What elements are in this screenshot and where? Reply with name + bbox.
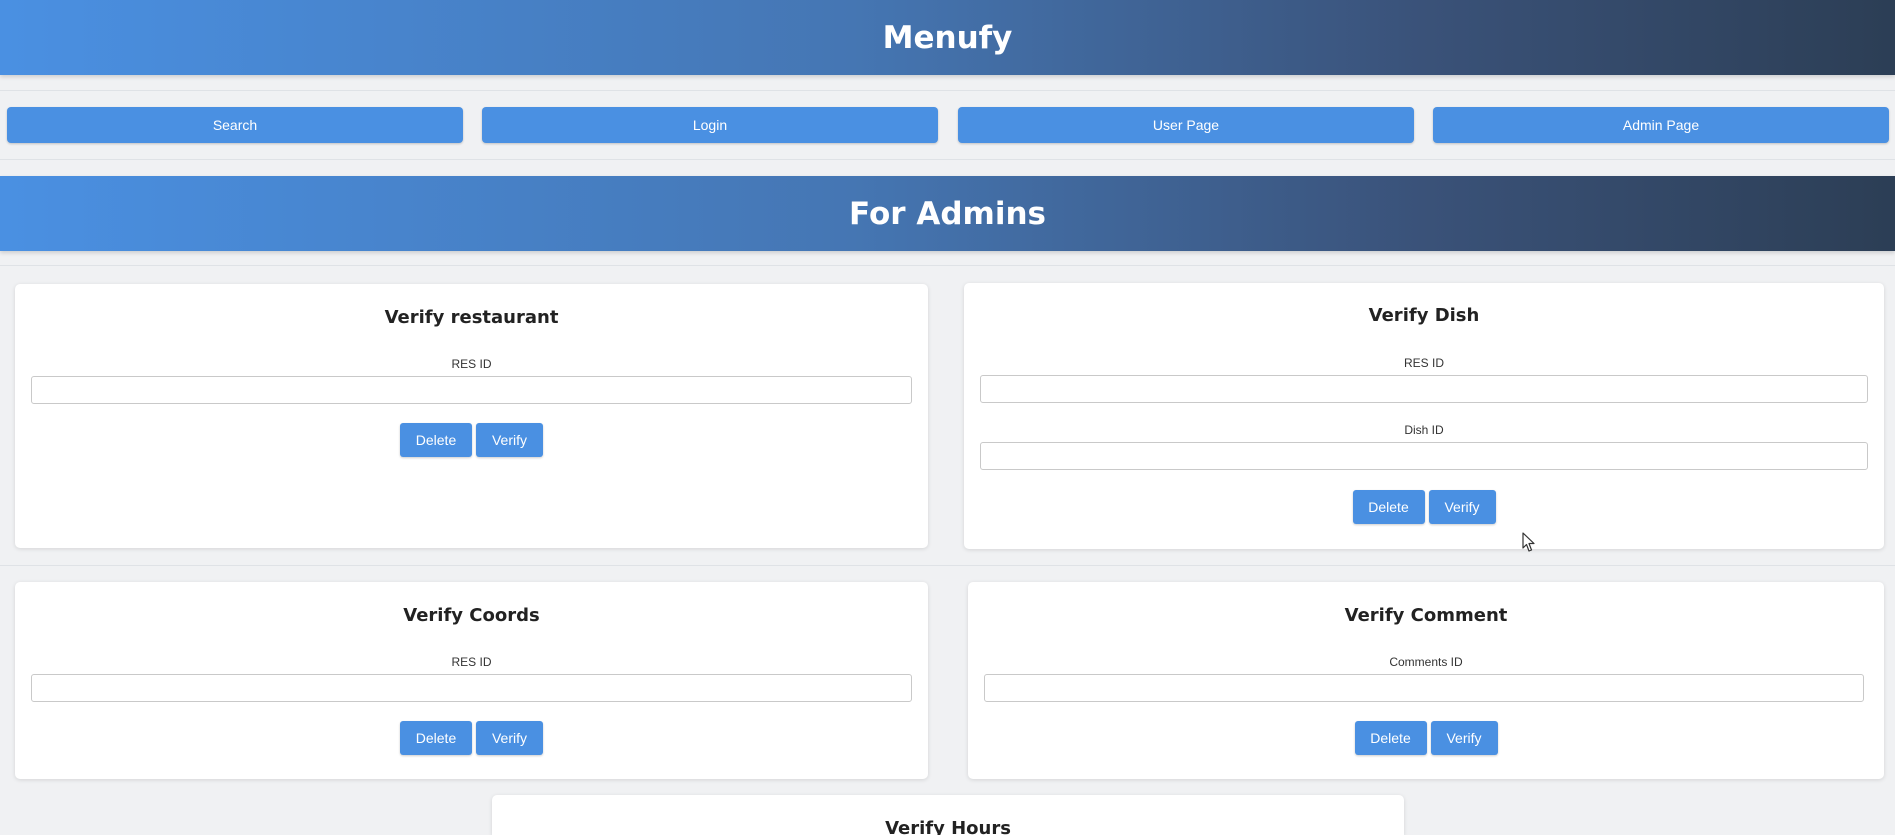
verify-button[interactable]: Verify xyxy=(1430,721,1498,755)
card-title: Verify Hours xyxy=(885,818,1011,835)
dish-id-label: Dish ID xyxy=(1404,423,1444,437)
res-id-label: RES ID xyxy=(451,357,492,371)
button-row: Delete Verify xyxy=(15,721,928,755)
divider xyxy=(0,265,1895,266)
admin-section-title: For Admins xyxy=(849,195,1046,232)
dish-id-input[interactable] xyxy=(980,442,1868,470)
verify-dish-card: Verify Dish RES ID Dish ID Delete Verify xyxy=(964,283,1884,549)
res-id-input[interactable] xyxy=(31,376,912,404)
res-id-input[interactable] xyxy=(980,375,1868,403)
comments-id-label: Comments ID xyxy=(1389,655,1463,669)
card-title: Verify Dish xyxy=(1368,305,1480,326)
card-title: Verify Coords xyxy=(403,605,540,626)
divider xyxy=(0,159,1895,160)
divider xyxy=(0,90,1895,91)
app-header: Menufy xyxy=(0,0,1895,75)
button-row: Delete Verify xyxy=(964,490,1884,524)
mouse-pointer-icon xyxy=(1522,532,1535,552)
delete-button[interactable]: Delete xyxy=(1354,721,1427,755)
card-title: Verify Comment xyxy=(1344,605,1508,626)
comments-id-input[interactable] xyxy=(984,674,1864,702)
res-id-label: RES ID xyxy=(451,655,492,669)
delete-button[interactable]: Delete xyxy=(1352,490,1425,524)
verify-comment-card: Verify Comment Comments ID Delete Verify xyxy=(968,582,1884,779)
nav-bar: Search Login User Page Admin Page xyxy=(7,107,1889,143)
res-id-input[interactable] xyxy=(31,674,912,702)
nav-search-button[interactable]: Search xyxy=(7,107,463,143)
verify-coords-card: Verify Coords RES ID Delete Verify xyxy=(15,582,928,779)
verify-hours-card: Verify Hours xyxy=(492,795,1404,835)
nav-user-page-button[interactable]: User Page xyxy=(958,107,1414,143)
card-title: Verify restaurant xyxy=(384,307,559,328)
res-id-label: RES ID xyxy=(1403,356,1444,370)
admin-section-header: For Admins xyxy=(0,176,1895,251)
verify-button[interactable]: Verify xyxy=(476,721,543,755)
nav-admin-page-button[interactable]: Admin Page xyxy=(1433,107,1889,143)
divider xyxy=(0,565,1895,566)
admin-page: Menufy Search Login User Page Admin Page… xyxy=(0,0,1895,835)
delete-button[interactable]: Delete xyxy=(400,721,472,755)
verify-button[interactable]: Verify xyxy=(476,423,543,457)
verify-button[interactable]: Verify xyxy=(1428,490,1496,524)
app-title: Menufy xyxy=(882,19,1013,56)
delete-button[interactable]: Delete xyxy=(400,423,472,457)
nav-login-button[interactable]: Login xyxy=(482,107,938,143)
button-row: Delete Verify xyxy=(15,423,928,457)
button-row: Delete Verify xyxy=(968,721,1884,755)
verify-restaurant-card: Verify restaurant RES ID Delete Verify xyxy=(15,284,928,548)
